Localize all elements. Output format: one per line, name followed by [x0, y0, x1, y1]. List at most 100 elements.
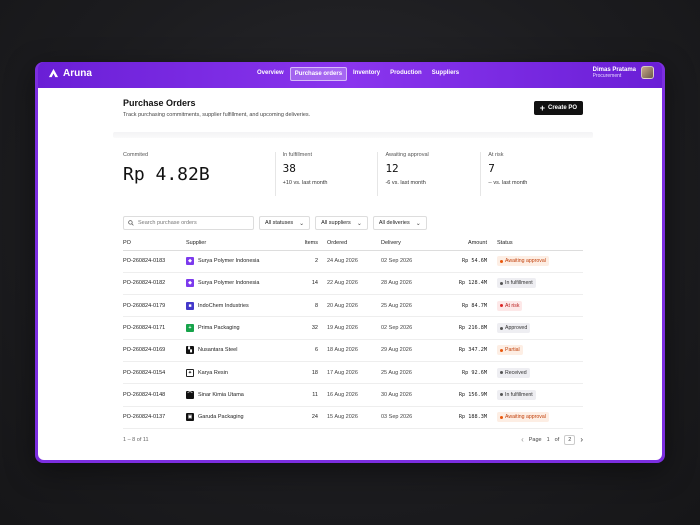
supplier-filter-label: All suppliers: [321, 220, 351, 226]
nav-item-suppliers[interactable]: Suppliers: [428, 67, 463, 81]
page-subtitle: Track purchasing commitments, supplier f…: [123, 112, 311, 118]
col-amount[interactable]: Amount: [437, 236, 497, 251]
nav-item-production[interactable]: Production: [386, 67, 426, 81]
po-number[interactable]: PO-260824-0154: [123, 361, 186, 385]
chevron-right-icon[interactable]: ›: [580, 435, 583, 444]
col-items[interactable]: Items: [281, 236, 318, 251]
table-header-row: PO Supplier Items Ordered Delivery Amoun…: [123, 236, 583, 251]
po-number[interactable]: PO-260824-0137: [123, 406, 186, 429]
status-cell: Awaiting approval: [497, 406, 583, 429]
supplier-logo-icon: ■: [186, 301, 194, 310]
top-navbar: Aruna Overview Purchase orders Inventory Pr…: [38, 62, 662, 88]
delivery-date: 25 Aug 2026: [381, 361, 437, 385]
table-row[interactable]: PO-260824-0169 ▚ Nusantara Steel 6 18 Aug 20…: [123, 339, 583, 362]
table-row[interactable]: PO-260824-0171 + Prima Packaging 32 19 Aug 2…: [123, 316, 583, 340]
status-label: In fulfillment: [505, 391, 533, 398]
main-nav: Overview Purchase orders Inventory Producti…: [253, 67, 463, 81]
stat-label: Awaiting approval: [385, 152, 429, 158]
table-row[interactable]: PO-260824-0154 ✦ Karya Resin 18 17 Aug 2026 2…: [123, 361, 583, 385]
page-total[interactable]: 2: [564, 434, 576, 445]
amount: Rp 216.8M: [437, 316, 497, 340]
po-number[interactable]: PO-260824-0183: [123, 250, 186, 273]
status-label: In fulfillment: [505, 280, 533, 287]
nav-item-purchase-orders[interactable]: Purchase orders: [289, 67, 348, 81]
stat-committed: Commited Rp 4.82B: [123, 152, 275, 198]
chevron-down-icon: ⌄: [299, 220, 305, 227]
delivery-filter[interactable]: All deliveries ⌄: [372, 216, 427, 230]
supplier-logo-icon: ⌒: [186, 390, 194, 399]
status-filter[interactable]: All statuses ⌄: [259, 216, 311, 230]
status-dot-icon: [500, 326, 503, 330]
chevron-left-icon[interactable]: ‹: [521, 435, 524, 444]
col-supplier[interactable]: Supplier: [186, 236, 281, 251]
app-window: Aruna Overview Purchase orders Inventory Pr…: [35, 62, 665, 463]
table-row[interactable]: PO-260824-0137 ▣ Garuda Packaging 24 15 Aug …: [123, 406, 583, 429]
supplier-logo-icon: ▣: [186, 413, 194, 422]
supplier-cell: + Prima Packaging: [186, 316, 281, 340]
stat-label: In fulfillment: [282, 152, 313, 158]
col-status[interactable]: Status: [497, 236, 583, 251]
stat-value: 38: [282, 162, 296, 175]
chevron-down-icon: ⌄: [415, 220, 421, 227]
stat-awaiting-approval: Awaiting approval 12 -6 vs. last month: [377, 152, 480, 196]
po-number[interactable]: PO-260824-0148: [123, 383, 186, 407]
table-row[interactable]: PO-260824-0179 ■ IndoChem Industries 8 20 Au…: [123, 294, 583, 318]
items-count: 32: [281, 316, 318, 340]
brand[interactable]: Aruna: [48, 68, 92, 79]
brand-name: Aruna: [63, 68, 92, 79]
table-row[interactable]: PO-260824-0183 ◆ Surya Polymer Indonesia 2 2…: [123, 250, 583, 273]
supplier-logo-icon: ◆: [186, 257, 194, 266]
status-badge: In fulfillment: [497, 389, 536, 400]
status-cell: Approved: [497, 316, 583, 340]
supplier-logo-icon: ◆: [186, 279, 194, 288]
delivery-filter-label: All deliveries: [378, 220, 410, 226]
status-badge: Awaiting approval: [497, 256, 549, 267]
stat-label: At risk: [488, 152, 504, 158]
status-dot-icon: [500, 259, 503, 263]
search-icon: [128, 220, 134, 226]
table-row[interactable]: PO-260824-0148 ⌒ Sinar Kimia Utama 11 16 Aug…: [123, 383, 583, 407]
status-dot-icon: [500, 281, 503, 285]
col-po[interactable]: PO: [123, 236, 186, 251]
amount: Rp 92.6M: [437, 361, 497, 385]
status-cell: Received: [497, 361, 583, 385]
page-of: of: [554, 436, 560, 443]
page-title: Purchase Orders: [123, 98, 196, 108]
status-dot-icon: [500, 415, 503, 419]
col-delivery[interactable]: Delivery: [381, 236, 437, 251]
ordered-date: 17 Aug 2026: [318, 361, 381, 385]
nav-item-overview[interactable]: Overview: [253, 67, 288, 81]
page-label: Page: [528, 436, 542, 443]
delivery-date: 02 Sep 2026: [381, 316, 437, 340]
po-number[interactable]: PO-260824-0171: [123, 316, 186, 340]
status-label: Received: [505, 369, 527, 376]
search-box[interactable]: [123, 216, 254, 230]
create-po-button[interactable]: + Create PO: [533, 101, 583, 115]
avatar[interactable]: [641, 66, 654, 79]
col-ordered[interactable]: Ordered: [318, 236, 381, 251]
divider: [113, 132, 593, 138]
search-input[interactable]: [138, 220, 248, 226]
status-cell: Awaiting approval: [497, 250, 583, 273]
row-count: 1 – 8 of 11: [123, 436, 149, 443]
user-menu[interactable]: Dimas Pratama Procurement: [593, 66, 654, 79]
stat-delta: -6 vs. last month: [385, 180, 426, 186]
status-cell: At risk: [497, 294, 583, 318]
delivery-date: 03 Sep 2026: [381, 406, 437, 429]
po-number[interactable]: PO-260824-0179: [123, 294, 186, 318]
nav-item-inventory[interactable]: Inventory: [349, 67, 384, 81]
status-label: Approved: [505, 325, 528, 332]
po-number[interactable]: PO-260824-0169: [123, 339, 186, 362]
stat-value: Rp 4.82B: [123, 164, 210, 185]
supplier-filter[interactable]: All suppliers ⌄: [315, 216, 368, 230]
status-label: At risk: [505, 302, 520, 309]
user-name: Dimas Pratama: [592, 66, 636, 73]
po-number[interactable]: PO-260824-0182: [123, 272, 186, 296]
supplier-cell: ✦ Karya Resin: [186, 361, 281, 385]
table-row[interactable]: PO-260824-0182 ◆ Surya Polymer Indonesia 14…: [123, 272, 583, 296]
ordered-date: 22 Aug 2026: [318, 272, 381, 296]
ordered-date: 18 Aug 2026: [318, 339, 381, 362]
supplier-name: Garuda Packaging: [198, 414, 244, 421]
supplier-logo-icon: ✦: [186, 368, 194, 377]
po-table: PO Supplier Items Ordered Delivery Amoun…: [123, 236, 583, 429]
